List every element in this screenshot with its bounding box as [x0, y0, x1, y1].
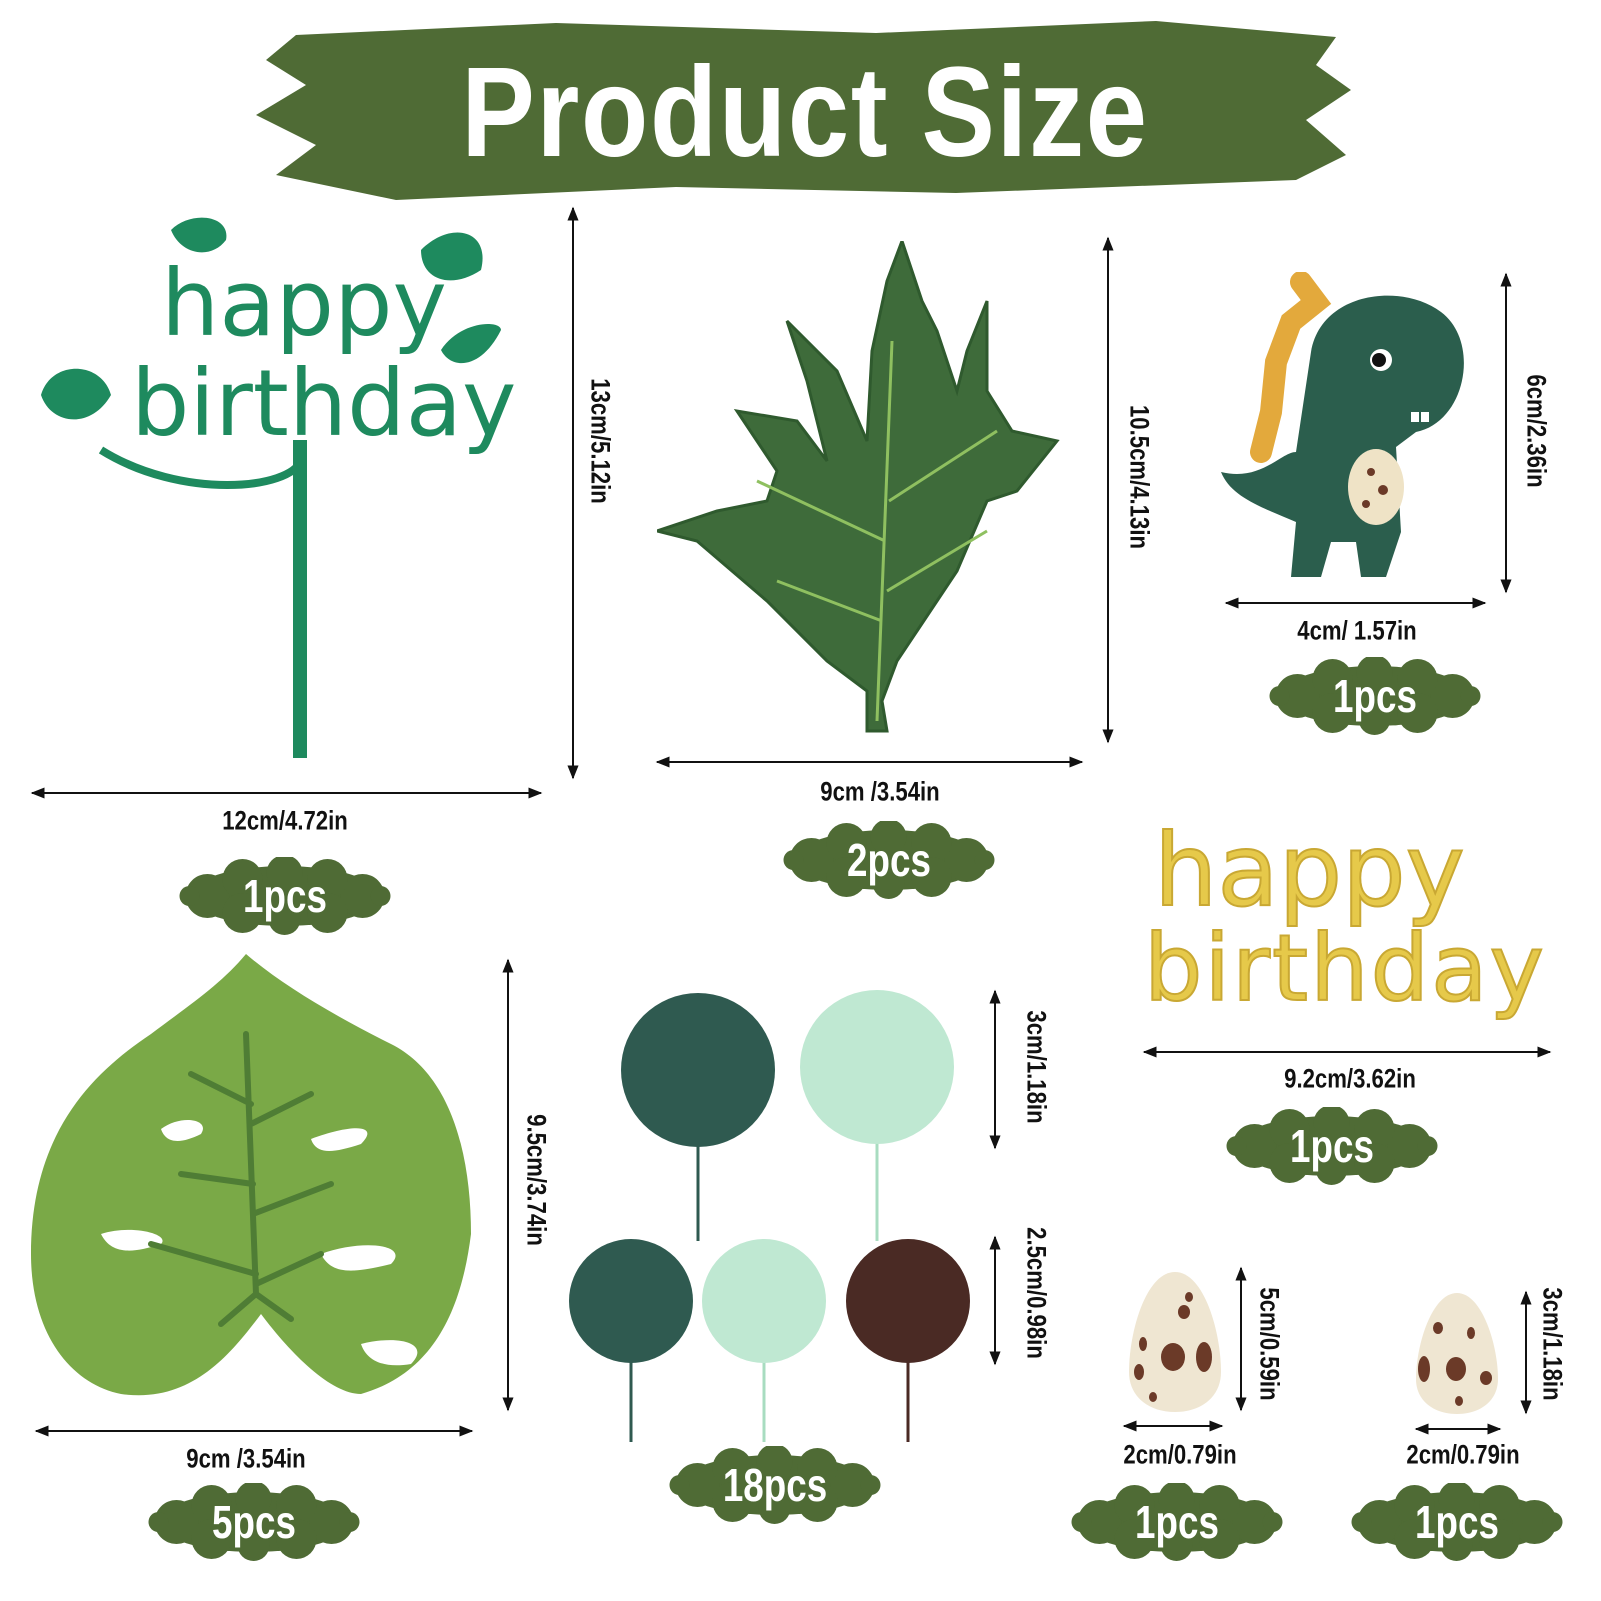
topper-text-happy: happy [1154, 812, 1465, 929]
small-egg-qty-badge: 1pcs [1350, 1483, 1565, 1561]
qty-label: 2pcs [847, 834, 931, 886]
product-size-infographic: Product Size happy birthday 13cm/5.12in … [0, 0, 1601, 1601]
small-egg-width-label: 2cm/0.79in [1406, 1439, 1520, 1470]
green-topper-height-label: 13cm/5.12in [585, 378, 616, 504]
large-egg [1129, 1272, 1221, 1412]
large-egg-height-label: 5cm/0.59in [1254, 1287, 1285, 1401]
green-topper-width-label: 12cm/4.72in [222, 805, 348, 836]
dinosaur-qty-badge: 1pcs [1268, 657, 1483, 735]
dinosaur-figure [1221, 272, 1464, 577]
green-topper-qty-badge: 1pcs [178, 857, 393, 935]
qty-label: 1pcs [1415, 1496, 1499, 1548]
gold-topper-width-label: 9.2cm/3.62in [1284, 1063, 1416, 1094]
gold-birthday-topper: happy birthday [1144, 811, 1545, 1023]
maple-leaf-qty-badge: 2pcs [782, 821, 997, 899]
monstera-width-label: 9cm /3.54in [186, 1443, 306, 1474]
balls-qty-badge: 18pcs [668, 1446, 883, 1524]
small-dark-green-ball [569, 1239, 693, 1363]
small-brown-ball [846, 1239, 970, 1363]
monstera-qty-badge: 5pcs [147, 1483, 362, 1561]
monstera-height-label: 9.5cm/3.74in [521, 1114, 552, 1246]
small-egg [1416, 1293, 1498, 1414]
qty-label: 1pcs [1135, 1496, 1219, 1548]
maple-leaf [657, 241, 1060, 733]
qty-label: 5pcs [212, 1496, 296, 1548]
small-mint-ball [702, 1239, 826, 1363]
topper-text-birthday: birthday [131, 350, 516, 457]
gold-topper-qty-badge: 1pcs [1225, 1107, 1440, 1185]
qty-label: 1pcs [1333, 670, 1417, 722]
topper-text-birthday: birthday [1144, 915, 1544, 1022]
large-mint-ball [800, 990, 954, 1144]
qty-label: 1pcs [1290, 1120, 1374, 1172]
monstera-leaf [31, 954, 471, 1396]
dinosaur-width-label: 4cm/ 1.57in [1297, 615, 1417, 646]
large-egg-qty-badge: 1pcs [1070, 1483, 1285, 1561]
small-egg-height-label: 3cm/1.18in [1537, 1287, 1568, 1401]
small-ball-size-label: 2.5cm/0.98in [1021, 1227, 1052, 1359]
topper-text-happy: happy [161, 250, 447, 357]
qty-label: 1pcs [243, 870, 327, 922]
maple-leaf-height-label: 10.5cm/4.13in [1124, 404, 1155, 550]
maple-leaf-width-label: 9cm /3.54in [820, 776, 940, 807]
green-birthday-topper: happy birthday [41, 217, 516, 758]
dinosaur-height-label: 6cm/2.36in [1521, 374, 1552, 488]
large-ball-size-label: 3cm/1.18in [1021, 1010, 1052, 1124]
large-egg-width-label: 2cm/0.79in [1123, 1439, 1237, 1470]
ball-toppers [569, 990, 970, 1442]
large-dark-green-ball [621, 993, 775, 1147]
qty-label: 18pcs [722, 1459, 828, 1511]
